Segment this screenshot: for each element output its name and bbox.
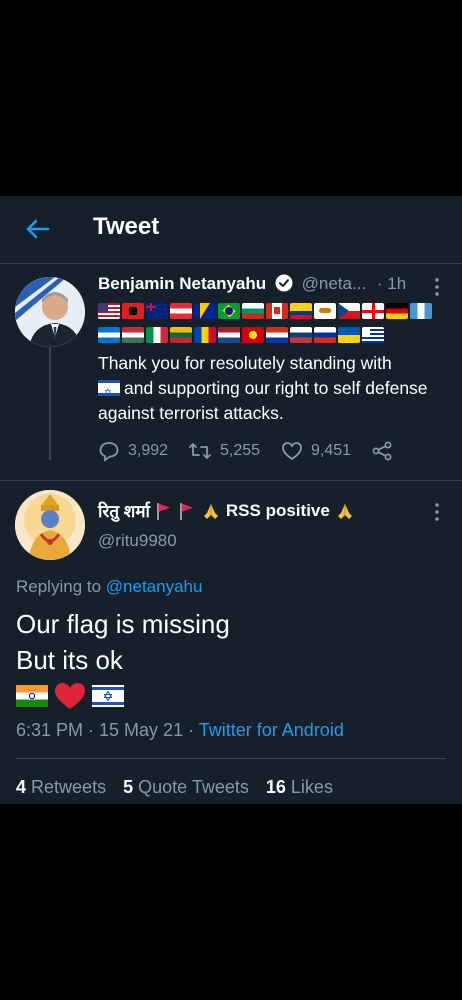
tweet-meta: 6:31 PM · 15 May 21 · Twitter for Androi…: [16, 720, 344, 741]
avatar-image: [15, 277, 85, 347]
divider: [0, 480, 462, 481]
quote-tweets-count: 5: [123, 777, 134, 797]
flag-icon: [290, 303, 312, 319]
tweet-stats: 4 Retweets 5 Quote Tweets 16 Likes: [16, 777, 333, 798]
folded-hands-icon: [203, 503, 218, 519]
israel-flag-icon: [92, 685, 124, 707]
flag-icon: [362, 303, 384, 319]
author-name-row[interactable]: रितु शर्मा RSS positive: [98, 499, 355, 522]
replying-to-link[interactable]: @netanyahu: [106, 577, 203, 596]
triangular-flag-icon: [157, 502, 170, 520]
flag-icon: [314, 303, 336, 319]
parent-tweet-actions: 3,992 5,255 9,451: [98, 440, 418, 464]
tweet-text-line: Thank you for resolutely standing with: [98, 353, 392, 373]
flag-icon: [98, 303, 120, 319]
flag-icon: [194, 303, 216, 319]
triangular-flag-icon: [180, 502, 193, 520]
author-handle[interactable]: @ritu9980: [98, 531, 177, 551]
flag-icon: [122, 303, 144, 319]
flag-icon: [362, 327, 384, 343]
top-bar: Tweet: [0, 196, 462, 264]
reply-count: 3,992: [128, 442, 169, 459]
tweet-text-line: But its ok: [16, 645, 123, 675]
share-icon: [372, 441, 392, 461]
flag-icon: [170, 327, 192, 343]
reply-action[interactable]: 3,992: [98, 440, 168, 462]
more-icon[interactable]: [431, 276, 443, 298]
reply-icon: [99, 442, 119, 462]
back-arrow-icon[interactable]: [22, 214, 52, 244]
flag-icon: [338, 327, 360, 343]
parent-tweet-text: Thank you for resolutely standing with a…: [98, 351, 448, 426]
flag-emoji-list: [98, 303, 438, 351]
parent-tweet-header: Benjamin Netanyahu @neta... · 1h: [98, 274, 458, 298]
flag-icon: [218, 303, 240, 319]
like-icon: [282, 442, 302, 461]
likes-label: Likes: [290, 777, 333, 797]
flag-row: [98, 327, 438, 343]
flag-row: [98, 303, 438, 319]
tweet-client-link[interactable]: Twitter for Android: [199, 720, 344, 740]
like-action[interactable]: 9,451: [281, 440, 351, 462]
author-name-suffix: RSS positive: [225, 500, 330, 520]
retweets-stat[interactable]: 4 Retweets: [16, 777, 106, 797]
more-icon[interactable]: [431, 501, 443, 523]
divider: [16, 758, 446, 759]
retweets-label: Retweets: [31, 777, 107, 797]
heart-icon: [55, 683, 85, 709]
tweet-text-line: Our flag is missing: [16, 609, 230, 639]
avatar-ritu[interactable]: [15, 490, 85, 560]
avatar-image: [15, 490, 85, 560]
tweet-time: · 1h: [376, 274, 407, 293]
verified-icon: [275, 274, 293, 292]
flag-icon: [266, 303, 288, 319]
retweets-count: 4: [16, 777, 27, 797]
flag-icon: [122, 327, 144, 343]
author-handle[interactable]: @neta...: [302, 274, 367, 293]
like-count: 9,451: [311, 442, 352, 459]
flag-icon: [170, 303, 192, 319]
flag-icon: [146, 303, 168, 319]
flag-icon: [410, 303, 432, 319]
retweet-action[interactable]: 5,255: [188, 440, 260, 462]
likes-count: 16: [265, 777, 286, 797]
flag-icon: [266, 327, 288, 343]
flag-icon: [242, 327, 264, 343]
flag-icon: [338, 303, 360, 319]
thread-line: [49, 345, 51, 460]
retweet-count: 5,255: [220, 442, 261, 459]
emoji-row: [16, 682, 124, 710]
replying-to: Replying to @netanyahu: [16, 577, 202, 597]
share-action[interactable]: [371, 440, 393, 462]
avatar-netanyahu[interactable]: [15, 277, 85, 347]
israel-flag-icon: [98, 380, 120, 405]
tweet-timestamp: 6:31 PM · 15 May 21 ·: [16, 720, 195, 740]
tweet-text-line: and supporting our right to self defense…: [98, 378, 428, 423]
quote-tweets-stat[interactable]: 5 Quote Tweets: [123, 777, 249, 797]
flag-icon: [194, 327, 216, 343]
page-title: Tweet: [93, 213, 160, 240]
flag-icon: [314, 327, 336, 343]
flag-icon: [386, 303, 408, 319]
india-flag-icon: [16, 685, 48, 707]
flag-icon: [242, 303, 264, 319]
quote-tweets-label: Quote Tweets: [138, 777, 249, 797]
retweet-icon: [189, 443, 211, 459]
author-name[interactable]: Benjamin Netanyahu: [98, 274, 266, 293]
tweet-screen: Tweet Benjamin Netanyahu @neta... · 1h T…: [0, 196, 462, 804]
likes-stat[interactable]: 16 Likes: [266, 777, 333, 797]
author-name: रितु शर्मा: [98, 502, 150, 521]
tweet-text: Our flag is missing But its ok: [16, 606, 230, 678]
flag-icon: [218, 327, 240, 343]
flag-icon: [98, 327, 120, 343]
replying-prefix: Replying to: [16, 577, 102, 596]
flag-icon: [290, 327, 312, 343]
flag-icon: [146, 327, 168, 343]
folded-hands-icon: [337, 503, 352, 519]
